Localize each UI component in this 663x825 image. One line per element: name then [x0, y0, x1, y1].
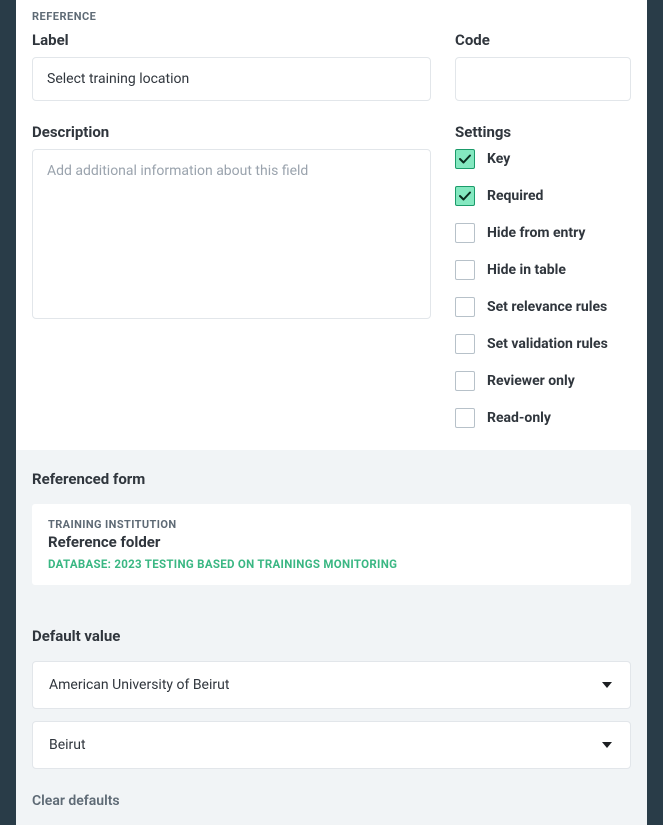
setting-read-only[interactable]: Read-only	[455, 408, 631, 428]
setting-label: Required	[487, 188, 543, 204]
setting-set-validation-rules[interactable]: Set validation rules	[455, 334, 631, 354]
setting-hide-from-entry[interactable]: Hide from entry	[455, 223, 631, 243]
setting-hide-in-table[interactable]: Hide in table	[455, 260, 631, 280]
checkbox-icon[interactable]	[455, 371, 475, 391]
checkbox-icon[interactable]	[455, 408, 475, 428]
setting-label: Read-only	[487, 410, 551, 426]
code-input[interactable]	[455, 57, 631, 101]
default-value-heading: Default value	[32, 627, 631, 645]
description-field-label: Description	[32, 123, 431, 141]
setting-set-relevance-rules[interactable]: Set relevance rules	[455, 297, 631, 317]
default-value-select-0[interactable]: American University of Beirut	[32, 661, 631, 709]
setting-label: Hide from entry	[487, 225, 585, 241]
setting-key[interactable]: Key	[455, 149, 631, 169]
setting-reviewer-only[interactable]: Reviewer only	[455, 371, 631, 391]
checkbox-icon[interactable]	[455, 186, 475, 206]
code-field-label: Code	[455, 31, 631, 49]
setting-label: Reviewer only	[487, 373, 575, 389]
select-value: American University of Beirut	[49, 677, 229, 693]
setting-label: Set relevance rules	[487, 299, 607, 315]
setting-label: Hide in table	[487, 262, 566, 278]
checkbox-icon[interactable]	[455, 297, 475, 317]
select-value: Beirut	[49, 737, 86, 753]
label-field-label: Label	[32, 31, 431, 49]
setting-label: Set validation rules	[487, 336, 608, 352]
default-value-select-1[interactable]: Beirut	[32, 721, 631, 769]
setting-required[interactable]: Required	[455, 186, 631, 206]
checkbox-icon[interactable]	[455, 260, 475, 280]
description-textarea[interactable]	[32, 149, 431, 319]
section-tag-reference: REFERENCE	[32, 10, 631, 23]
setting-label: Key	[487, 151, 510, 167]
checkbox-icon[interactable]	[455, 223, 475, 243]
referenced-form-tag: TRAINING INSTITUTION	[48, 518, 615, 531]
chevron-down-icon	[600, 678, 614, 692]
referenced-form-database: DATABASE: 2023 TESTING BASED ON TRAINING…	[48, 557, 615, 571]
checkbox-icon[interactable]	[455, 334, 475, 354]
label-input[interactable]	[32, 57, 431, 101]
settings-field-label: Settings	[455, 123, 631, 141]
chevron-down-icon	[600, 738, 614, 752]
referenced-form-title: Reference folder	[48, 533, 615, 551]
referenced-form-card[interactable]: TRAINING INSTITUTION Reference folder DA…	[32, 504, 631, 585]
checkbox-icon[interactable]	[455, 149, 475, 169]
referenced-form-heading: Referenced form	[32, 470, 631, 488]
clear-defaults-button[interactable]: Clear defaults	[32, 791, 120, 811]
